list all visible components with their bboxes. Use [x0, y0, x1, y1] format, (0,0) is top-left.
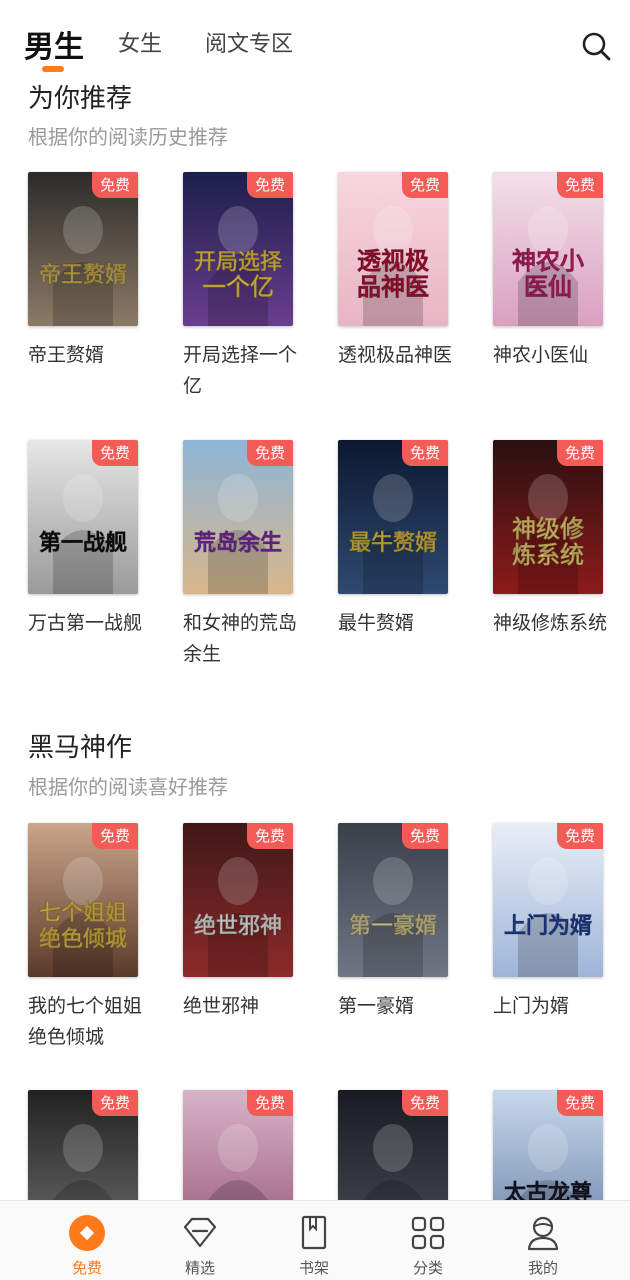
nav-featured-label: 精选: [184, 1259, 215, 1277]
diamond-icon: [183, 1217, 217, 1248]
search-button[interactable]: [580, 30, 612, 62]
svg-text:上门为婿: 上门为婿: [504, 913, 592, 939]
book-title: 我的七个姐姐绝色倾城: [28, 995, 143, 1048]
free-badge: 免费: [92, 440, 138, 466]
book-cover[interactable]: 绝世邪神 免费: [183, 823, 293, 977]
book-card[interactable]: 第一战舰 免费 万古第一战舰: [28, 440, 142, 639]
free-badge: 免费: [557, 440, 603, 466]
free-badge: 免费: [402, 1090, 448, 1116]
svg-text:炼系统: 炼系统: [512, 541, 584, 569]
svg-text:一个亿: 一个亿: [202, 273, 274, 301]
nav-free[interactable]: 免费: [47, 1213, 127, 1278]
nav-profile-label: 我的: [527, 1259, 558, 1277]
book-title: 万古第一战舰: [28, 612, 143, 634]
nav-bookshelf[interactable]: 书架: [274, 1213, 354, 1278]
nav-category[interactable]: 分类: [388, 1213, 468, 1278]
free-badge: 免费: [92, 823, 138, 849]
svg-text:神级修: 神级修: [512, 515, 585, 543]
book-card[interactable]: 帝王赘婿 免费 帝王赘婿: [28, 172, 140, 371]
svg-text:开局选择: 开局选择: [194, 249, 283, 275]
free-badge: 免费: [557, 172, 603, 198]
book-card[interactable]: 荒岛余生 免费 和女神的荒岛余生: [183, 440, 297, 670]
book-cover[interactable]: 第一豪婿 免费: [338, 823, 448, 977]
book-title: 帝王赘婿: [28, 344, 105, 366]
book-card[interactable]: 绝世邪神 免费 绝世邪神: [183, 823, 295, 1022]
book-title: 上门为婿: [493, 995, 570, 1017]
book-cover[interactable]: 帝王赘婿 免费: [28, 172, 138, 326]
book-card[interactable]: 开局选择 一个亿 免费 开局选择一个亿: [183, 172, 297, 402]
tab-yuewen-zone[interactable]: 阅文专区: [205, 26, 293, 58]
svg-text:最牛赘婿: 最牛赘婿: [349, 530, 437, 556]
book-title: 第一豪婿: [338, 995, 415, 1017]
book-card[interactable]: 神级修 炼系统 免费 神级修炼系统: [493, 440, 607, 639]
free-badge: 免费: [92, 1090, 138, 1116]
book-title: 开局选择一个亿: [183, 344, 298, 397]
svg-text:荒岛余生: 荒岛余生: [194, 530, 282, 556]
free-icon: [69, 1215, 105, 1251]
book-cover[interactable]: 七个姐姐 绝色倾城 免费: [28, 823, 138, 977]
free-badge: 免费: [247, 823, 293, 849]
svg-text:第一豪婿: 第一豪婿: [349, 913, 437, 939]
section-title-dark-horse: 黑马神作: [28, 733, 133, 763]
svg-text:绝色倾城: 绝色倾城: [39, 926, 127, 952]
free-badge: 免费: [247, 172, 293, 198]
top-tab-bar: 男生 女生 阅文专区: [0, 0, 630, 78]
svg-text:透视极: 透视极: [357, 247, 429, 275]
svg-text:第一战舰: 第一战舰: [39, 530, 127, 556]
svg-text:帝王赘婿: 帝王赘婿: [39, 262, 127, 288]
book-title: 绝世邪神: [183, 995, 260, 1017]
nav-bookshelf-label: 书架: [298, 1259, 329, 1277]
active-tab-indicator: [42, 66, 64, 72]
book-title: 神级修炼系统: [493, 612, 608, 634]
tab-boys[interactable]: 男生: [24, 22, 84, 66]
book-cover[interactable]: 第一战舰 免费: [28, 440, 138, 594]
book-cover[interactable]: 荒岛余生 免费: [183, 440, 293, 594]
free-badge: 免费: [557, 823, 603, 849]
book-title: 最牛赘婿: [338, 612, 415, 634]
svg-text:医仙: 医仙: [524, 273, 572, 301]
book-title: 和女神的荒岛余生: [183, 612, 298, 665]
free-badge: 免费: [402, 172, 448, 198]
svg-text:绝世邪神: 绝世邪神: [194, 913, 282, 939]
book-card[interactable]: 透视极 品神医 免费 透视极品神医: [338, 172, 452, 371]
svg-text:神农小: 神农小: [512, 247, 584, 275]
svg-text:品神医: 品神医: [357, 273, 429, 301]
free-badge: 免费: [402, 823, 448, 849]
nav-profile[interactable]: 我的: [503, 1213, 583, 1278]
section-title-recommend: 为你推荐: [28, 84, 133, 114]
book-cover[interactable]: 上门为婿 免费: [493, 823, 603, 977]
book-card[interactable]: 七个姐姐 绝色倾城 免费 我的七个姐姐绝色倾城: [28, 823, 142, 1053]
book-card[interactable]: 第一豪婿 免费 第一豪婿: [338, 823, 450, 1022]
section-subtitle-recommend: 根据你的阅读历史推荐: [28, 125, 228, 149]
book-title: 透视极品神医: [338, 344, 453, 366]
book-card[interactable]: 上门为婿 免费 上门为婿: [493, 823, 605, 1022]
nav-featured[interactable]: 精选: [160, 1213, 240, 1278]
book-title: 神农小医仙: [493, 344, 589, 366]
bookshelf-icon: [301, 1215, 327, 1250]
tab-girls[interactable]: 女生: [118, 26, 162, 58]
book-cover[interactable]: 最牛赘婿 免费: [338, 440, 448, 594]
category-icon: [411, 1216, 445, 1250]
nav-free-label: 免费: [71, 1259, 102, 1277]
free-badge: 免费: [247, 440, 293, 466]
profile-icon: [527, 1216, 559, 1251]
book-card[interactable]: 神农小 医仙 免费 神农小医仙: [493, 172, 605, 371]
search-icon: [582, 32, 611, 61]
book-cover[interactable]: 透视极 品神医 免费: [338, 172, 448, 326]
bottom-nav: 免费 精选 书架 分类 我的: [0, 1200, 630, 1280]
book-cover[interactable]: 神级修 炼系统 免费: [493, 440, 603, 594]
book-card[interactable]: 最牛赘婿 免费 最牛赘婿: [338, 440, 450, 639]
svg-text:七个姐姐: 七个姐姐: [39, 900, 127, 926]
free-badge: 免费: [92, 172, 138, 198]
section-subtitle-dark-horse: 根据你的阅读喜好推荐: [28, 775, 228, 799]
free-badge: 免费: [247, 1090, 293, 1116]
nav-category-label: 分类: [412, 1259, 443, 1277]
book-cover[interactable]: 神农小 医仙 免费: [493, 172, 603, 326]
book-cover[interactable]: 开局选择 一个亿 免费: [183, 172, 293, 326]
free-badge: 免费: [402, 440, 448, 466]
free-badge: 免费: [557, 1090, 603, 1116]
